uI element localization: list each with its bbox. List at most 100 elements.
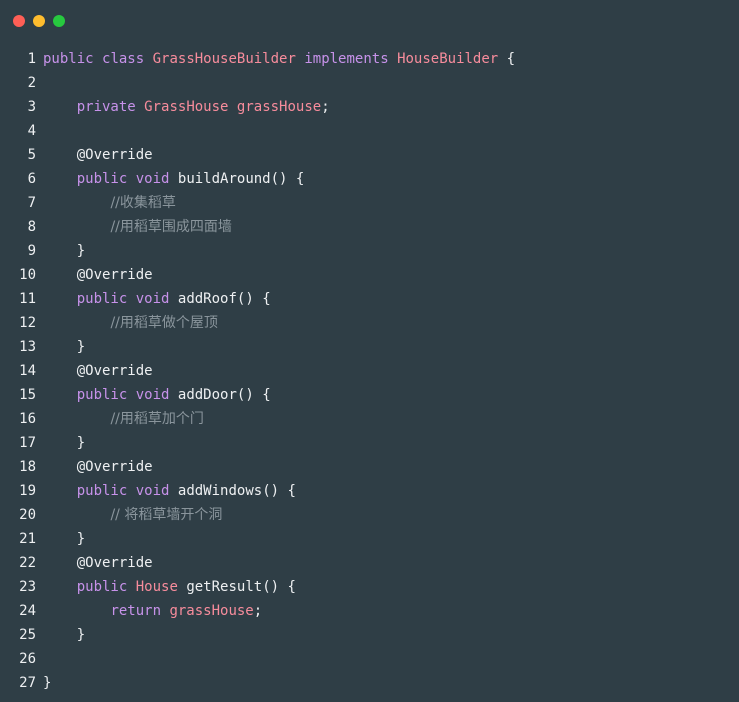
code-line: 18 @Override <box>0 455 739 479</box>
code-line: 27} <box>0 671 739 695</box>
code-token-comment: //用稻草围成四面墙 <box>110 219 232 235</box>
code-line: 26 <box>0 647 739 671</box>
code-line: 23 public House getResult() { <box>0 575 739 599</box>
code-token-type: GrassHouse <box>144 99 229 115</box>
line-number: 15 <box>19 387 36 403</box>
code-window: 1 public class GrassHouseBuilder implemen… <box>0 0 739 702</box>
code-line: 14 @Override <box>0 359 739 383</box>
line-number: 17 <box>19 435 36 451</box>
code-line: 7 //收集稻草 <box>0 191 739 215</box>
code-token-plain: } <box>43 435 86 451</box>
line-number: 26 <box>19 651 36 667</box>
code-token-plain: () { <box>236 387 271 403</box>
code-line: 13 } <box>0 335 739 359</box>
line-source: //用稻草围成四面墙 <box>43 215 739 239</box>
code-token-kw: implements <box>304 51 389 67</box>
code-token-fn: addRoof <box>177 291 237 307</box>
code-token-fn: addDoor <box>177 387 237 403</box>
line-number: 10 <box>19 267 36 283</box>
code-token-ann: @Override <box>76 147 153 163</box>
line-source: } <box>43 671 739 695</box>
window-controls <box>13 15 65 27</box>
code-line: 1 public class GrassHouseBuilder implemen… <box>0 47 739 71</box>
code-token-kw: public <box>76 387 128 403</box>
code-line: 21 } <box>0 527 739 551</box>
code-token-plain: () { <box>262 579 296 595</box>
line-number: 27 <box>19 675 36 691</box>
code-token-kw: void <box>135 291 170 307</box>
code-token-ann: @Override <box>76 459 153 475</box>
code-token-type: grassHouse <box>236 99 322 115</box>
line-source: @Override <box>43 455 739 479</box>
line-number: 1 <box>27 51 36 67</box>
line-source: //用稻草做个屋顶 <box>43 311 739 335</box>
line-number: 23 <box>19 579 36 595</box>
line-number: 4 <box>27 123 36 139</box>
code-token-ann: @Override <box>76 267 153 283</box>
code-token-kw: private <box>76 99 136 115</box>
line-number: 25 <box>19 627 36 643</box>
code-line: 24 return grassHouse; <box>0 599 739 623</box>
code-line: 10 @Override <box>0 263 739 287</box>
line-number: 3 <box>27 99 36 115</box>
line-source: @Override <box>43 359 739 383</box>
minimize-button[interactable] <box>33 15 45 27</box>
code-token-type: GrassHouseBuilder <box>152 51 296 67</box>
code-token-plain: } <box>43 531 86 547</box>
line-number: 8 <box>27 219 36 235</box>
line-number: 11 <box>19 291 36 307</box>
code-token-ann: @Override <box>76 555 153 571</box>
code-token-kw: public <box>43 51 94 67</box>
line-source <box>43 647 739 671</box>
code-token-plain: } <box>43 675 52 691</box>
code-line: 20 // 将稻草墙开个洞 <box>0 503 739 527</box>
line-source: // 将稻草墙开个洞 <box>43 503 739 527</box>
line-source: } <box>43 335 739 359</box>
code-token-plain: { <box>498 51 516 67</box>
line-source: public void buildAround() { <box>43 167 739 191</box>
code-block: 1 public class GrassHouseBuilder implemen… <box>0 47 739 695</box>
line-number: 20 <box>19 507 36 523</box>
line-source <box>43 71 739 95</box>
close-button[interactable] <box>13 15 25 27</box>
line-number: 19 <box>19 483 36 499</box>
code-token-kw: void <box>135 171 170 187</box>
maximize-button[interactable] <box>53 15 65 27</box>
code-line: 2 <box>0 71 739 95</box>
code-token-comment: //用稻草加个门 <box>110 411 204 427</box>
code-token-type: House <box>135 579 178 595</box>
line-source: //收集稻草 <box>43 191 739 215</box>
line-number: 13 <box>19 339 36 355</box>
code-line: 19 public void addWindows() { <box>0 479 739 503</box>
line-source: private GrassHouse grassHouse; <box>43 95 739 119</box>
line-number: 6 <box>27 171 36 187</box>
line-number: 18 <box>19 459 36 475</box>
code-line: 15 public void addDoor() { <box>0 383 739 407</box>
code-line: 11 public void addRoof() { <box>0 287 739 311</box>
code-token-fn: getResult <box>186 579 263 595</box>
line-source: @Override <box>43 263 739 287</box>
line-number: 9 <box>27 243 36 259</box>
code-token-kw: void <box>135 483 170 499</box>
